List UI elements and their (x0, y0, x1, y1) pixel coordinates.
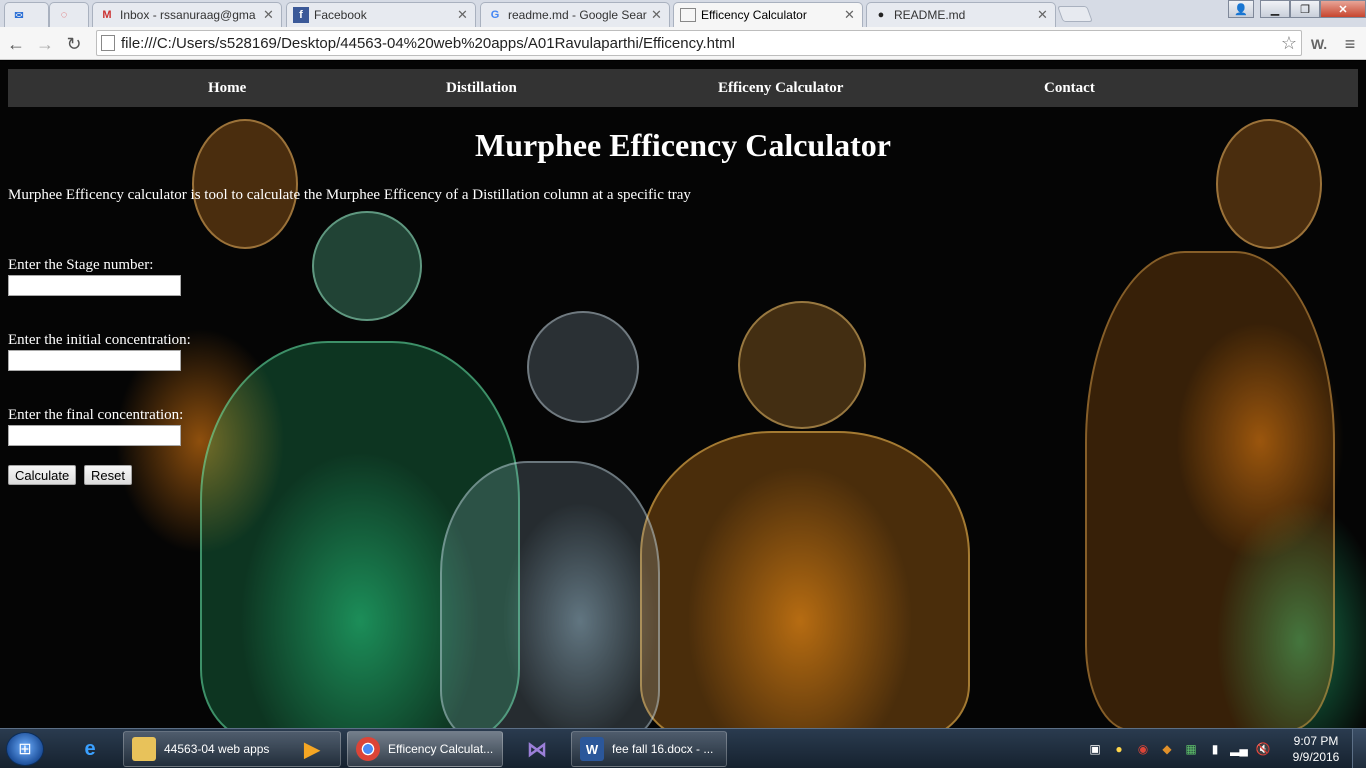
background-bottle (640, 431, 970, 728)
taskbar-item-label: 44563-04 web apps (164, 742, 270, 756)
tab-gmail[interactable]: M Inbox - rssanuraag@gma ✕ (92, 2, 282, 27)
windows-logo-icon: ⊞ (18, 741, 32, 758)
page-icon (101, 35, 115, 51)
taskbar-item-label: fee fall 16.docx - ... (612, 742, 714, 756)
minimize-button[interactable]: ▁ (1260, 0, 1290, 18)
calculate-button[interactable]: Calculate (8, 465, 77, 485)
nav-home[interactable]: Home (208, 69, 246, 107)
facebook-icon: f (293, 7, 309, 23)
github-icon: ● (877, 9, 885, 21)
chrome-icon (356, 737, 380, 761)
taskbar-item-chrome[interactable]: Efficency Calculat... (347, 731, 503, 767)
user-icon[interactable]: 👤 (1228, 0, 1254, 18)
background-bottle (440, 461, 660, 728)
page-viewport: Home Distillation Efficeny Calculator Co… (0, 61, 1366, 728)
clock[interactable]: 9:07 PM 9/9/2016 (1286, 733, 1346, 765)
final-concentration-input[interactable] (8, 425, 181, 446)
media-player-icon[interactable]: ▶ (290, 732, 334, 766)
show-desktop-button[interactable] (1352, 729, 1366, 768)
extension-button[interactable]: W. (1306, 32, 1332, 56)
close-icon[interactable]: ✕ (1037, 7, 1049, 23)
bookmark-star-icon[interactable]: ☆ (1277, 33, 1301, 54)
tab-google[interactable]: G readme.md - Google Sear ✕ (480, 2, 670, 27)
back-arrow-icon[interactable]: ← (4, 32, 28, 56)
tab-efficency-calculator[interactable]: Efficency Calculator ✕ (673, 2, 863, 27)
nav-efficency-calculator[interactable]: Efficeny Calculator (718, 69, 843, 107)
address-bar[interactable]: file:///C:/Users/s528169/Desktop/44563-0… (96, 30, 1302, 56)
sun-icon[interactable]: ● (1109, 739, 1129, 759)
google-icon: G (490, 9, 500, 21)
gmail-icon: M (102, 9, 112, 21)
menu-icon[interactable]: ≡ (1338, 32, 1362, 56)
nav-contact[interactable]: Contact (1044, 69, 1095, 107)
final-concentration-label: Enter the final concentration: (8, 407, 184, 423)
start-button[interactable]: ⊞ (6, 732, 44, 766)
url-text: file:///C:/Users/s528169/Desktop/44563-0… (121, 34, 735, 52)
tab-loading[interactable]: ◌ (49, 2, 89, 27)
close-window-button[interactable]: ✕ (1320, 0, 1366, 18)
initial-concentration-label: Enter the initial concentration: (8, 332, 191, 348)
tab-title: Facebook (314, 8, 367, 22)
visual-studio-icon[interactable]: ⋈ (515, 732, 559, 766)
tab-title: README.md (894, 8, 966, 22)
background-bottle (1085, 251, 1335, 728)
tab-facebook[interactable]: f Facebook ✕ (286, 2, 476, 27)
site-nav: Home Distillation Efficeny Calculator Co… (8, 69, 1358, 107)
word-icon: W (580, 737, 604, 761)
app-tray-icon[interactable]: ◆ (1157, 739, 1177, 759)
stage-number-label: Enter the Stage number: (8, 257, 154, 273)
internet-explorer-icon[interactable]: e (68, 732, 112, 766)
reset-button[interactable]: Reset (84, 465, 132, 485)
clock-date: 9/9/2016 (1292, 750, 1340, 764)
background-stopper (738, 301, 866, 429)
network-drive-icon[interactable]: ▣ (1085, 739, 1105, 759)
green-app-icon[interactable]: ▦ (1181, 739, 1201, 759)
close-icon[interactable]: ✕ (457, 7, 469, 23)
nav-distillation[interactable]: Distillation (446, 69, 517, 107)
intro-text: Murphee Efficency calculator is tool to … (8, 187, 691, 203)
close-icon[interactable]: ✕ (844, 7, 856, 23)
background-stopper (312, 211, 422, 321)
clock-time: 9:07 PM (1293, 734, 1339, 748)
window-controls: 👤 ▁ ❐ ✕ (1228, 0, 1366, 18)
background-stopper (527, 311, 639, 423)
page-title: Murphee Efficency Calculator (475, 127, 891, 163)
chrome-tray-icon[interactable]: ◉ (1133, 739, 1153, 759)
signal-icon[interactable]: ▂▄ (1229, 739, 1249, 759)
folder-icon (132, 737, 156, 761)
close-icon[interactable]: ✕ (651, 7, 663, 23)
taskbar-item-label: Efficency Calculat... (388, 742, 494, 756)
tab-title: Efficency Calculator (701, 8, 807, 22)
forward-arrow-icon[interactable]: → (33, 32, 57, 56)
mail-icon: ✉ (14, 9, 24, 22)
tab-title: Inbox - rssanuraag@gma (120, 8, 256, 22)
new-tab-button[interactable] (1057, 6, 1093, 22)
power-icon[interactable]: ▮ (1205, 739, 1225, 759)
browser-toolbar: ← → ↻ file:///C:/Users/s528169/Desktop/4… (0, 27, 1366, 60)
volume-muted-icon[interactable]: 🔇 (1253, 739, 1273, 759)
page-icon (680, 8, 696, 22)
stage-number-input[interactable] (8, 275, 181, 296)
maximize-button[interactable]: ❐ (1290, 0, 1320, 18)
close-icon[interactable]: ✕ (263, 7, 275, 23)
reload-icon[interactable]: ↻ (62, 32, 86, 56)
initial-concentration-input[interactable] (8, 350, 181, 371)
tab-mail[interactable]: ✉ (4, 2, 49, 27)
taskbar: ⊞ e 44563-04 web apps ▶ Efficency Calcul… (0, 728, 1366, 768)
tab-strip: ✉ ◌ M Inbox - rssanuraag@gma ✕ f Faceboo… (0, 0, 1366, 27)
loading-icon: ◌ (60, 9, 68, 21)
system-tray: ▣ ● ◉ ◆ ▦ ▮ ▂▄ 🔇 (1085, 737, 1273, 761)
tab-title: readme.md - Google Sear (508, 8, 647, 22)
tab-github[interactable]: ● README.md ✕ (866, 2, 1056, 27)
taskbar-item-word[interactable]: W fee fall 16.docx - ... (571, 731, 727, 767)
